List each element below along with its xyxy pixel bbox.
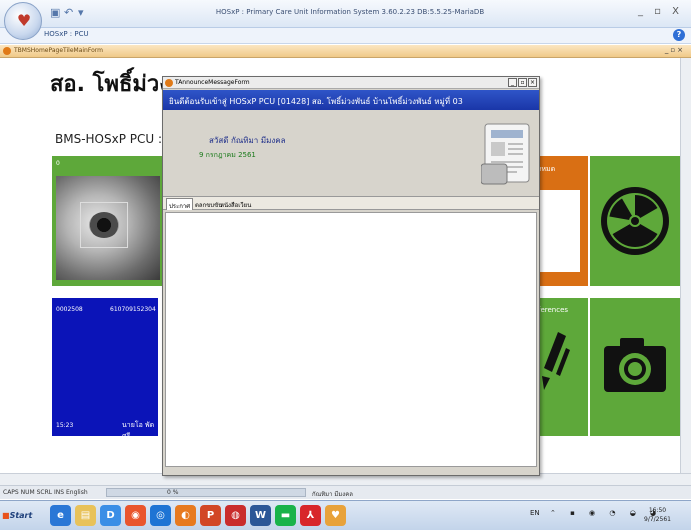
word-icon[interactable]: W xyxy=(250,505,271,526)
tile-queue-number: 610709152304 xyxy=(110,306,156,313)
tile-queue-user: นายโอ พัดศรี xyxy=(122,421,155,436)
tab-circulars[interactable]: หนังสือเวียน xyxy=(218,200,253,210)
greeting-text: สวัสดี กัณทิมา มีมงคล xyxy=(209,136,286,145)
dialog-tabs: ประกาศ ตลกขบขัน หนังสือเวียน xyxy=(163,196,539,210)
heart-logo-icon: ♥ xyxy=(16,11,32,30)
status-bar: CAPS NUM SCRL INS English 0 % กัณทิมา มี… xyxy=(0,485,691,499)
app-menu-button[interactable]: ♥ xyxy=(4,2,42,40)
mdi-form-title: TBMSHomePageTileMainForm xyxy=(14,47,103,54)
dialog-app-icon xyxy=(165,79,173,87)
windows-logo-icon: ■ xyxy=(2,511,10,520)
tile-queue-time: 15:23 xyxy=(56,422,74,429)
tile-all[interactable]: ั้งหมด xyxy=(536,156,588,286)
dialog-window-buttons: _ ▫ × xyxy=(508,78,537,87)
progress-label: 0 % xyxy=(167,489,179,496)
quick-access-dropdown-icon[interactable]: ▾ xyxy=(78,6,84,20)
announcement-content-area[interactable] xyxy=(165,212,537,467)
welcome-text: ยินดีต้อนรับเข้าสู่ HOSxP PCU [01428] สอ… xyxy=(169,97,463,106)
app-icon-red[interactable]: ◍ xyxy=(225,505,246,526)
hosxp-icon[interactable]: ♥ xyxy=(325,505,346,526)
window-title: HOSxP : Primary Care Unit Information Sy… xyxy=(215,8,485,16)
form-icon xyxy=(3,47,11,55)
screen: ▣ ↶ ▾ HOSxP : Primary Care Unit Informat… xyxy=(0,0,691,530)
progress-bar: 0 % xyxy=(106,488,306,497)
keyboard-status: CAPS NUM SCRL INS English xyxy=(3,489,88,496)
tile-radiation[interactable] xyxy=(590,156,680,286)
tile-all-image xyxy=(536,190,580,272)
tile-preferences[interactable]: ferences xyxy=(536,298,588,436)
close-button[interactable]: × xyxy=(528,78,537,87)
mdi-window-controls[interactable]: _▫× xyxy=(665,46,685,54)
tile-queue-id: 0002508 xyxy=(56,306,83,313)
mdi-form-titlebar: TBMSHomePageTileMainForm _▫× xyxy=(0,45,691,58)
dialog-title: TAnnounceMessageForm xyxy=(175,79,250,86)
maximize-button[interactable]: ▫ xyxy=(518,78,527,87)
vertical-scrollbar[interactable] xyxy=(680,58,691,473)
firefox-icon[interactable]: ◐ xyxy=(175,505,196,526)
clock-time: 16:50 xyxy=(648,507,667,514)
clock[interactable]: 16:50 9/7/2561 xyxy=(644,506,671,524)
user-info-panel: สวัสดี กัณทิมา มีมงคล 9 กรกฎาคม 2561 xyxy=(163,110,539,196)
tab-announcements[interactable]: ประกาศ xyxy=(166,198,194,210)
camera-icon xyxy=(604,338,666,392)
minimize-button[interactable]: _ xyxy=(508,78,517,87)
tile-all-label: ั้งหมด xyxy=(538,165,556,173)
window-controls[interactable]: _ ▫ X xyxy=(638,6,683,17)
tile-queue[interactable]: 0002508 610709152304 15:23 นายโอ พัดศรี xyxy=(52,298,158,436)
language-indicator[interactable]: EN xyxy=(530,509,540,517)
clock-date: 9/7/2561 xyxy=(644,516,671,523)
tile-camera[interactable] xyxy=(590,298,680,436)
tab-hosxp-pcu[interactable]: HOSxP : PCU xyxy=(44,30,89,38)
taskbar: ■Start e ▤ D ◉ ◎ ◐ P ◍ W ▬ ⅄ ♥ EN ⌃ ▪ ◉ … xyxy=(0,500,691,530)
undo-icon[interactable]: ↶ xyxy=(64,6,73,20)
start-button[interactable]: ■Start xyxy=(2,507,40,525)
app-icon-d[interactable]: D xyxy=(100,505,121,526)
announce-message-dialog: TAnnounceMessageForm _ ▫ × ยินดีต้อนรับเ… xyxy=(162,76,540,476)
date-text: 9 กรกฎาคม 2561 xyxy=(199,151,256,159)
newspaper-icon xyxy=(481,123,530,185)
start-label: Start xyxy=(9,511,33,520)
app-icon-c[interactable]: ◎ xyxy=(150,505,171,526)
line-icon[interactable]: ▬ xyxy=(275,505,296,526)
save-icon[interactable]: ▣ xyxy=(50,6,60,20)
tile-eye-scan[interactable]: 0 xyxy=(52,156,164,286)
ribbon-tab-bar: HOSxP : PCU ? xyxy=(0,28,691,44)
status-user: กัณทิมา มีมงคล xyxy=(312,491,353,498)
pen-icon xyxy=(542,332,570,390)
chrome-icon[interactable]: ◉ xyxy=(125,505,146,526)
welcome-banner: ยินดีต้อนรับเข้าสู่ HOSxP PCU [01428] สอ… xyxy=(163,90,539,110)
tile-eye-number: 0 xyxy=(56,160,60,167)
pdf-icon[interactable]: ⅄ xyxy=(300,505,321,526)
folder-icon[interactable]: ▤ xyxy=(75,505,96,526)
dialog-titlebar: TAnnounceMessageForm _ ▫ × xyxy=(163,77,539,89)
iris-icon xyxy=(89,212,119,238)
ie-icon[interactable]: e xyxy=(50,505,71,526)
page-title: สอ. โพธิ์ม่วง xyxy=(50,72,171,97)
app-titlebar: ▣ ↶ ▾ HOSxP : Primary Care Unit Informat… xyxy=(0,0,691,28)
eye-image xyxy=(56,176,160,280)
help-icon[interactable]: ? xyxy=(673,29,685,41)
powerpoint-icon[interactable]: P xyxy=(200,505,221,526)
radiation-icon xyxy=(601,187,669,255)
